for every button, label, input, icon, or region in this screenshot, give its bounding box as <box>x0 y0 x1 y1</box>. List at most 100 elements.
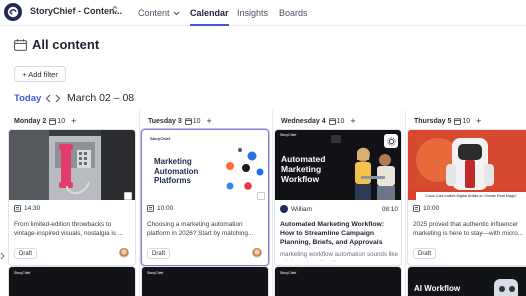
thumbnail-caption: Coca-Cola Invites Digital Artists to 'Cr… <box>416 192 526 200</box>
page-title: All content <box>32 37 100 52</box>
content-card[interactable]: StoryChief Automated Marketing Workflow … <box>274 129 402 266</box>
nav-calendar[interactable]: Calendar <box>190 0 229 26</box>
payphone-image <box>9 130 135 200</box>
document-icon <box>257 192 265 200</box>
chevron-down-icon <box>173 11 179 15</box>
prev-week-icon[interactable] <box>45 92 51 106</box>
add-filter-button[interactable]: + Add filter <box>14 66 66 82</box>
column-header-thursday: Thursday 5 10 + <box>414 115 481 127</box>
card-excerpt: 2025 proved that authentic influencer ma… <box>413 221 524 237</box>
calendar-small-icon <box>454 117 462 125</box>
today-button[interactable]: Today <box>14 93 41 104</box>
more-options-icon[interactable] <box>331 135 341 143</box>
workspace-switch-icon[interactable] <box>112 5 118 16</box>
column-count: 10 <box>49 118 65 125</box>
column-count: 10 <box>184 117 201 125</box>
next-week-icon[interactable] <box>55 92 61 106</box>
column-count: 10 <box>328 117 345 125</box>
card-summary: marketing workflow automation sounds lik… <box>280 251 398 261</box>
workspace-name[interactable]: StoryChief - Conten... <box>30 6 122 16</box>
thumbnail-brand: StoryChief <box>147 271 164 275</box>
column-count-value: 10 <box>192 117 201 125</box>
content-card[interactable]: 14:30 From limited-edition throwbacks to… <box>8 129 136 266</box>
content-card[interactable]: StoryChief <box>274 266 402 296</box>
nav-calendar-label: Calendar <box>190 8 229 18</box>
add-content-button[interactable]: + <box>476 116 481 126</box>
calendar-small-icon <box>328 117 336 125</box>
logo-mark-icon <box>7 6 19 18</box>
card-excerpt: From limited-edition throwbacks to vinta… <box>14 221 124 237</box>
card-time-value: 08:10 <box>381 205 398 213</box>
column-divider <box>139 110 140 296</box>
article-icon <box>147 205 154 212</box>
article-icon <box>413 205 420 212</box>
column-count: 10 <box>454 118 470 125</box>
avatar <box>251 247 263 259</box>
add-content-button[interactable]: + <box>350 116 355 126</box>
card-time: 10:00 <box>413 205 439 212</box>
column-header-tuesday: Tuesday 3 10 + <box>148 115 212 127</box>
column-day-label: Monday 2 <box>14 117 47 125</box>
content-card[interactable]: AI Workflow <box>407 266 526 296</box>
content-card[interactable]: Coca-Cola Invites Digital Artists to 'Cr… <box>407 129 526 266</box>
robot-image <box>494 279 518 296</box>
nav-content-label: Content <box>138 8 170 18</box>
column-header-monday: Monday 2 10 + <box>14 115 76 127</box>
settings-gear-icon[interactable] <box>384 134 398 148</box>
thumbnail-title: Marketing Automation Platforms <box>154 157 199 185</box>
card-thumbnail: Coca-Cola Invites Digital Artists to 'Cr… <box>408 130 526 200</box>
status-badge: Draft <box>14 248 38 259</box>
calendar-icon <box>14 38 27 56</box>
card-time-value: 10:00 <box>423 205 440 212</box>
add-content-button[interactable]: + <box>207 116 212 126</box>
author-avatar <box>280 205 288 213</box>
card-time-value: 14:30 <box>24 205 41 212</box>
chevron-right-icon[interactable] <box>0 252 5 262</box>
date-range: March 02 – 08 <box>67 92 135 104</box>
column-day-label: Thursday 5 <box>414 117 452 125</box>
avatar <box>118 247 130 259</box>
thumbnail-brand: StoryChief <box>280 133 297 137</box>
column-count-value: 10 <box>462 117 471 125</box>
card-thumbnail <box>9 130 135 200</box>
card-title: Automated Marketing Workflow: How to Str… <box>280 221 385 246</box>
astronaut-image <box>408 130 526 190</box>
card-time-value: 10:00 <box>157 205 174 212</box>
nav-insights-label: Insights <box>237 8 269 18</box>
thumbnail-brand: StoryChief <box>14 271 31 275</box>
calendar-small-icon <box>184 117 192 125</box>
nav-insights[interactable]: Insights <box>237 0 268 26</box>
platform-logos-image <box>226 148 264 190</box>
column-day-label: Wednesday 4 <box>281 117 326 125</box>
content-card[interactable]: StoryChief <box>141 266 269 296</box>
status-badge: Draft <box>147 248 171 259</box>
card-meta: William 08:10 <box>280 205 398 213</box>
content-card[interactable]: StoryChief <box>8 266 136 296</box>
document-icon <box>124 192 132 200</box>
card-author: William <box>291 205 312 213</box>
card-time: 10:00 <box>147 205 173 212</box>
content-card[interactable]: StoryChief Marketing Automation Platform… <box>141 129 269 266</box>
card-thumbnail: StoryChief Marketing Automation Platform… <box>142 130 268 200</box>
thumbnail-title: AI Workflow <box>414 284 461 293</box>
add-content-button[interactable]: + <box>71 116 76 126</box>
thumbnail-title: Automated Marketing Workflow <box>281 154 326 184</box>
thumbnail-brand: StoryChief <box>150 136 171 141</box>
column-header-wednesday: Wednesday 4 10 + <box>281 115 356 127</box>
nav-content[interactable]: Content <box>138 0 180 26</box>
top-bar: StoryChief - Conten... Content Calendar … <box>0 0 526 26</box>
nav-boards[interactable]: Boards <box>279 0 308 26</box>
storychief-logo[interactable] <box>4 3 22 21</box>
thumbnail-brand: StoryChief <box>280 271 297 275</box>
card-excerpt: Choosing a marketing automation platform… <box>147 221 254 237</box>
column-count-value: 10 <box>336 117 345 125</box>
status-badge: Draft <box>413 248 437 259</box>
column-count-value: 10 <box>57 117 66 125</box>
column-divider <box>272 110 273 296</box>
card-thumbnail: StoryChief Automated Marketing Workflow <box>275 130 401 200</box>
column-divider <box>405 110 406 296</box>
article-icon <box>14 205 21 212</box>
people-illustration <box>355 147 395 200</box>
nav-boards-label: Boards <box>279 8 308 18</box>
card-time: 14:30 <box>14 205 40 212</box>
